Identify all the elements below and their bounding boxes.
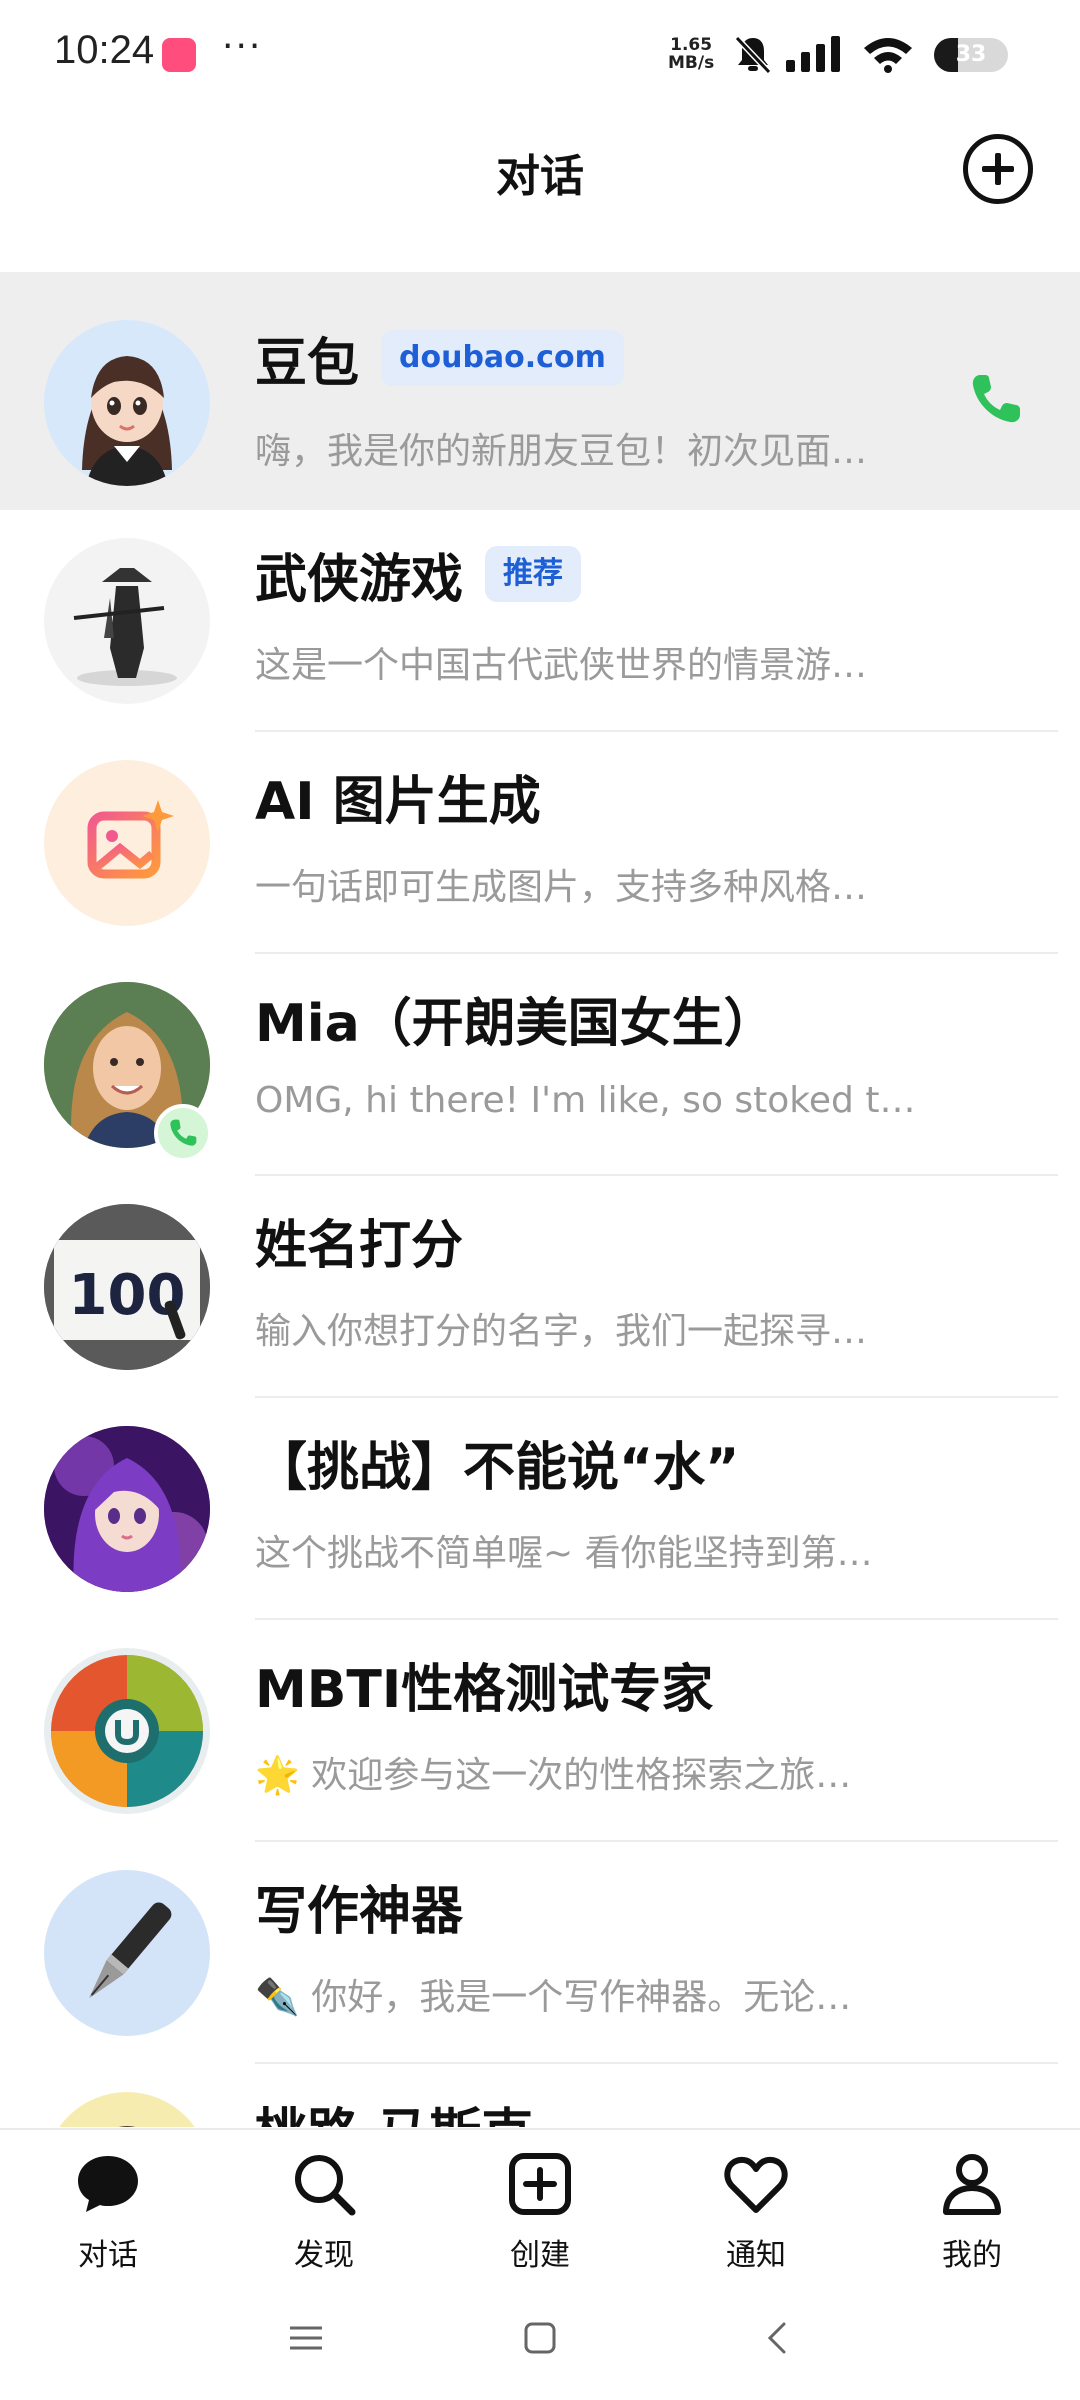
score-text: 100: [69, 1263, 186, 1328]
back-icon[interactable]: [756, 2316, 800, 2360]
conversation-preview: 这是一个中国古代武侠世界的情景游…: [255, 645, 868, 686]
site-badge: doubao.com: [381, 330, 624, 386]
conversation-name: AI 图片生成: [255, 771, 541, 832]
bottom-navigation: 对话 发现 创建 通知 我的: [0, 2128, 1080, 2278]
conversation-item-partial[interactable]: 桃路 马斯克: [0, 2064, 1080, 2127]
header: 对话: [0, 110, 1080, 270]
conversation-title-row: 豆包 doubao.com: [255, 326, 624, 394]
person-icon: [943, 2154, 1001, 2215]
system-navigation-bar: [0, 2278, 1080, 2400]
conversation-preview: 这个挑战不简单喔~ 看你能坚持到第…: [255, 1533, 873, 1574]
add-conversation-button[interactable]: [963, 134, 1033, 204]
network-speed: 1.65 MB/s: [668, 36, 714, 72]
tab-profile[interactable]: 我的: [864, 2130, 1080, 2280]
conversation-preview: 🌟 欢迎参与这一次的性格探索之旅…: [255, 1755, 852, 1796]
app-notification-icon: [162, 38, 196, 72]
tab-label: 通知: [726, 2238, 786, 2273]
conversation-preview: 嗨，我是你的新朋友豆包！初次见面…: [255, 431, 868, 472]
tab-label: 我的: [942, 2238, 1002, 2273]
signal-icon: [786, 36, 840, 72]
tab-label: 创建: [510, 2238, 570, 2273]
image-sparkle-avatar: [44, 760, 210, 926]
conversation-title-row: 姓名打分: [255, 1208, 463, 1276]
girl-avatar: [44, 320, 210, 486]
tab-discover[interactable]: 发现: [216, 2130, 432, 2280]
mbti-wheel-avatar: [44, 1648, 210, 1814]
mute-bell-icon: [734, 35, 772, 74]
pen-avatar: [44, 1870, 210, 2036]
conversation-item-ai-image[interactable]: AI 图片生成 一句话即可生成图片，支持多种风格…: [0, 732, 1080, 954]
conversation-item-wuxia[interactable]: 武侠游戏 推荐 这是一个中国古代武侠世界的情景游…: [0, 510, 1080, 732]
menu-icon[interactable]: [284, 2316, 328, 2360]
heart-icon: [724, 2156, 788, 2213]
conversation-title-row: MBTI性格测试专家: [255, 1652, 713, 1720]
tab-chat[interactable]: 对话: [0, 2130, 216, 2280]
conversation-preview: OMG, hi there! I'm like, so stoked to…: [255, 1080, 925, 1121]
conversation-item-mia[interactable]: Mia（开朗美国女生） OMG, hi there! I'm like, so …: [0, 954, 1080, 1176]
network-speed-value: 1.65: [670, 35, 713, 55]
conversation-item-challenge[interactable]: 【挑战】不能说“水” 这个挑战不简单喔~ 看你能坚持到第…: [0, 1398, 1080, 1620]
conversation-name: 姓名打分: [255, 1215, 464, 1276]
status-time: 10:24: [54, 28, 155, 72]
more-notifications-icon: ···: [222, 26, 263, 67]
conversation-preview: 输入你想打分的名字，我们一起探寻…: [255, 1311, 868, 1352]
conversation-title-row: Mia（开朗美国女生）: [255, 986, 776, 1054]
voice-call-badge: [154, 1104, 212, 1162]
conversation-preview: 一句话即可生成图片，支持多种风格…: [255, 867, 868, 908]
tab-create[interactable]: 创建: [432, 2130, 648, 2280]
conversation-name: 桃路 马斯克: [255, 2091, 533, 2128]
conversation-item-name-score[interactable]: 100 姓名打分 输入你想打分的名字，我们一起探寻…: [0, 1176, 1080, 1398]
tab-notifications[interactable]: 通知: [648, 2130, 864, 2280]
home-icon[interactable]: [518, 2316, 562, 2360]
battery-level: 33: [955, 42, 987, 67]
conversation-name: 武侠游戏: [255, 549, 464, 610]
conversation-item-writing[interactable]: 写作神器 ✒️ 你好，我是一个写作神器。无论…: [0, 1842, 1080, 2064]
score-100-avatar: 100: [44, 1204, 210, 1370]
page-title: 对话: [496, 151, 584, 202]
conversation-preview: ✒️ 你好，我是一个写作神器。无论…: [255, 1977, 852, 2018]
conversation-title-row: 武侠游戏 推荐: [255, 542, 582, 610]
conversation-title-row: 写作神器: [255, 1874, 463, 1942]
conversation-title-row: AI 图片生成: [255, 764, 541, 832]
battery-icon: 33: [934, 38, 1008, 72]
chat-bubble-icon: [78, 2156, 138, 2212]
person-avatar: [44, 2092, 210, 2127]
plus-square-icon: [509, 2153, 571, 2215]
conversation-title-row: 桃路 马斯克: [255, 2096, 533, 2128]
network-speed-unit: MB/s: [668, 53, 715, 73]
conversation-list: 豆包 doubao.com 嗨，我是你的新朋友豆包！初次见面… 武侠游戏 推荐 …: [0, 272, 1080, 2127]
conversation-name: 写作神器: [255, 1881, 464, 1942]
wifi-icon: [864, 38, 912, 73]
status-bar: 10:24 ··· 1.65 MB/s 33: [0, 0, 1080, 110]
search-icon: [295, 2155, 356, 2216]
tab-label: 发现: [294, 2238, 354, 2273]
conversation-item-doubao[interactable]: 豆包 doubao.com 嗨，我是你的新朋友豆包！初次见面…: [0, 272, 1080, 510]
conversation-item-mbti[interactable]: MBTI性格测试专家 🌟 欢迎参与这一次的性格探索之旅…: [0, 1620, 1080, 1842]
conversation-title-row: 【挑战】不能说“水”: [255, 1430, 739, 1498]
conversation-name: Mia（开朗美国女生）: [255, 993, 776, 1054]
phone-call-icon[interactable]: [966, 369, 1026, 429]
recommend-badge: 推荐: [485, 546, 582, 602]
conversation-name: MBTI性格测试专家: [255, 1659, 714, 1720]
conversation-name: 【挑战】不能说“水”: [255, 1437, 740, 1498]
tab-label: 对话: [78, 2238, 138, 2273]
conversation-name: 豆包: [255, 333, 360, 394]
swordsman-avatar: [44, 538, 210, 704]
purple-girl-avatar: [44, 1426, 210, 1592]
